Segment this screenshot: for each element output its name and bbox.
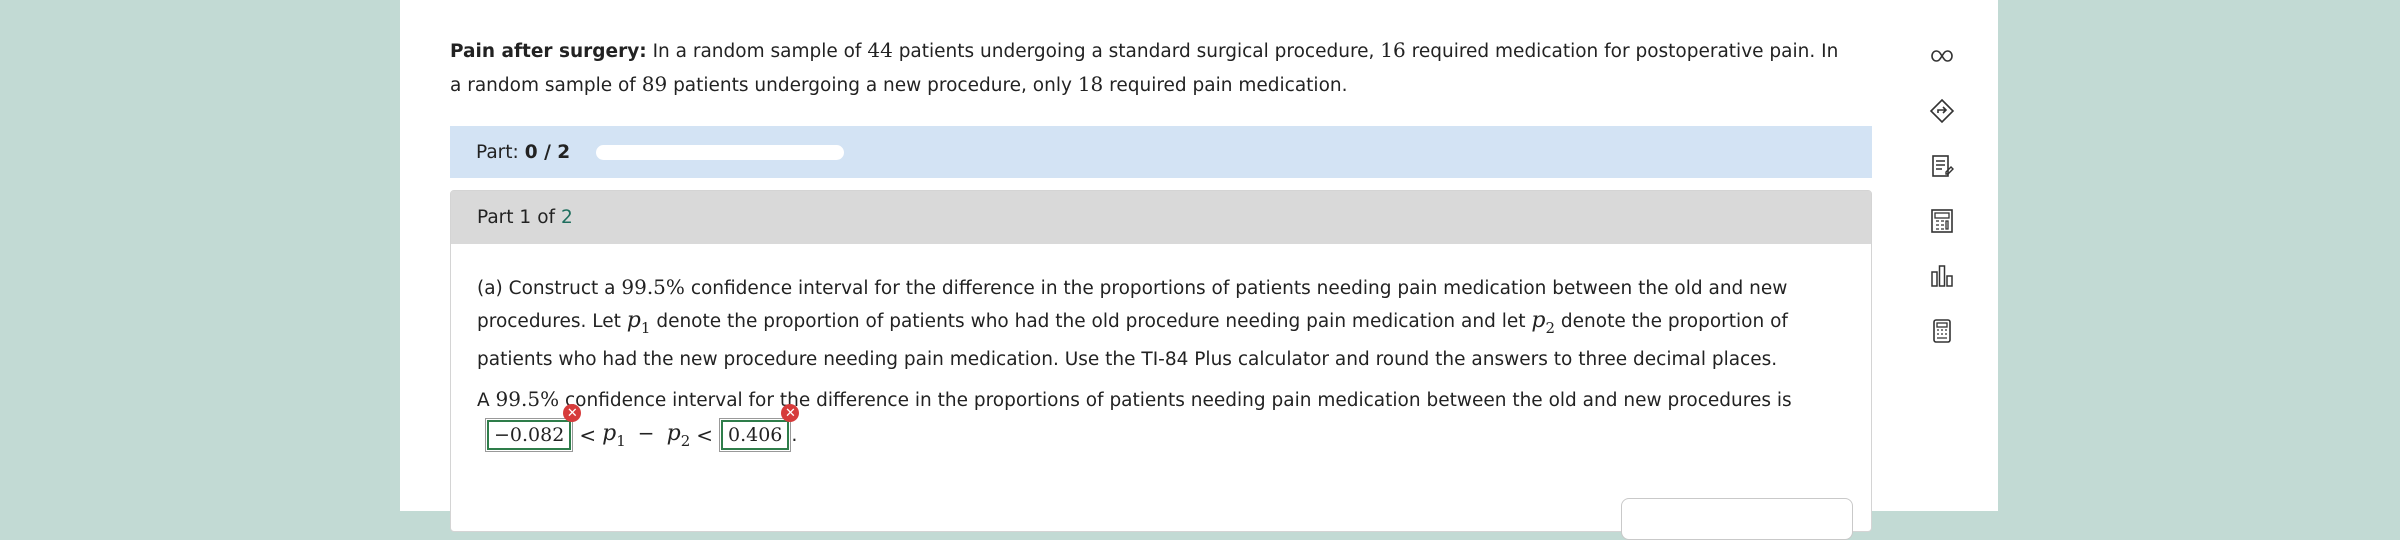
p-subscript: 2 <box>680 431 691 450</box>
difference-expression: p1 − p2 <box>602 421 690 450</box>
upper-bound-wrap: 0.406 ✕ <box>719 404 800 452</box>
part-progress-bar: Part: 0 / 2 <box>450 126 1872 178</box>
question-text-segment: denote the proportion of patients who ha… <box>656 311 1526 332</box>
confidence-level: 99.5% <box>621 275 685 299</box>
less-than-symbol: < <box>579 423 597 447</box>
problem-statement: Pain after surgery: In a random sample o… <box>450 34 1850 102</box>
part-header: Part 1 of 2 <box>451 191 1871 244</box>
problem-text: required pain medication. <box>1109 75 1348 96</box>
incorrect-icon: ✕ <box>563 404 582 422</box>
minus-symbol: − <box>637 420 655 445</box>
lower-bound-wrap: −0.082 ✕ <box>485 404 582 452</box>
answer-inequality: −0.082 ✕ < p1 − p2 < 0.406 ✕ . <box>485 404 800 455</box>
notes-icon[interactable] <box>1926 150 1958 182</box>
period: . <box>791 424 798 446</box>
incorrect-icon: ✕ <box>781 404 800 422</box>
answer-statement: A 99.5% confidence interval for the diff… <box>477 383 1847 417</box>
calculator-icon[interactable] <box>1926 205 1958 237</box>
problem-text: patients undergoing a new procedure, onl… <box>673 75 1072 96</box>
problem-text: In a random sample of <box>652 41 862 62</box>
answer-text-segment: confidence interval for the difference i… <box>564 390 1792 411</box>
bar-chart-icon[interactable] <box>1926 260 1958 292</box>
p-subscript: 1 <box>616 431 626 450</box>
answer-confidence-level: 99.5% <box>495 387 560 411</box>
part-number: Part 1 <box>477 207 532 228</box>
part-card: Part 1 of 2 (a) Construct a 99.5% confid… <box>450 190 1872 540</box>
action-buttons[interactable] <box>1621 498 1853 540</box>
question-text: (a) Construct a 99.5% confidence interva… <box>477 271 1847 376</box>
directions-icon[interactable] <box>1926 95 1958 127</box>
lower-bound-input[interactable]: −0.082 <box>485 418 574 452</box>
p-subscript: 2 <box>1545 319 1556 337</box>
part-score: 0 / 2 <box>524 141 571 163</box>
infinity-icon[interactable] <box>1926 40 1958 72</box>
p-subscript: 1 <box>640 319 651 337</box>
question-text-segment: (a) Construct a <box>477 278 616 299</box>
answer-text-segment: A <box>477 390 490 411</box>
tools-sidebar <box>1922 40 1962 370</box>
part-of: of <box>537 207 556 228</box>
content-page: Pain after surgery: In a random sample o… <box>400 0 1998 540</box>
part-label: Part: <box>476 141 519 163</box>
less-than-symbol: < <box>696 423 713 447</box>
problem-title: Pain after surgery: <box>450 41 647 62</box>
count-2: 18 <box>1077 72 1104 96</box>
sample-size-1: 44 <box>867 38 893 62</box>
p-variable: p <box>666 420 681 446</box>
p1-symbol: p1 <box>626 308 651 337</box>
phone-calculator-icon[interactable] <box>1926 315 1958 347</box>
p2-symbol: p2 <box>1531 308 1555 337</box>
problem-text: patients undergoing a standard surgical … <box>898 41 1375 62</box>
question-text-segment: Let <box>592 311 621 332</box>
p-variable: p <box>626 308 641 333</box>
count-1: 16 <box>1380 38 1406 62</box>
sample-size-2: 89 <box>641 72 668 96</box>
upper-bound-input[interactable]: 0.406 <box>719 418 792 452</box>
p-variable: p <box>1531 308 1546 333</box>
p-variable: p <box>602 420 617 446</box>
part-total: 2 <box>561 207 573 228</box>
progress-track <box>596 144 845 160</box>
